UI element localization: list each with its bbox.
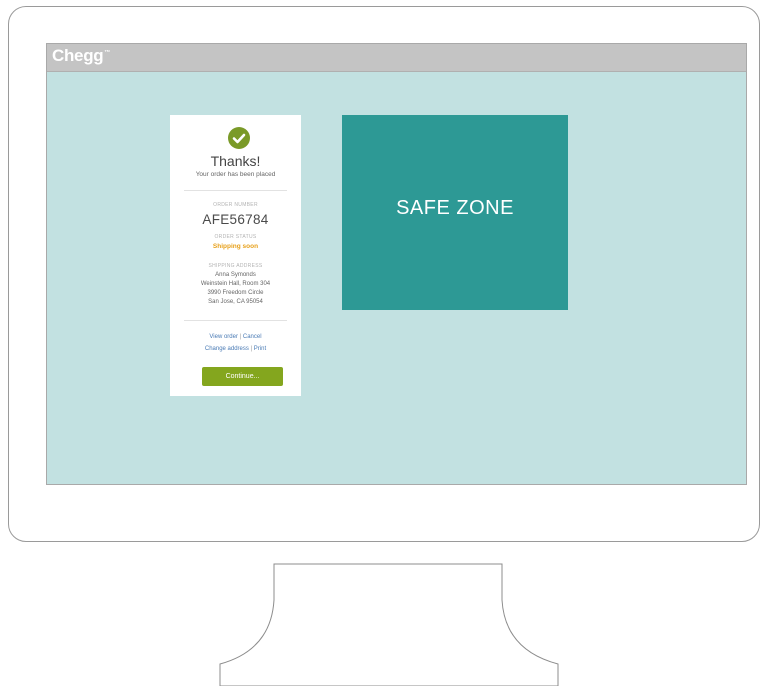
monitor-stand [219,563,559,686]
